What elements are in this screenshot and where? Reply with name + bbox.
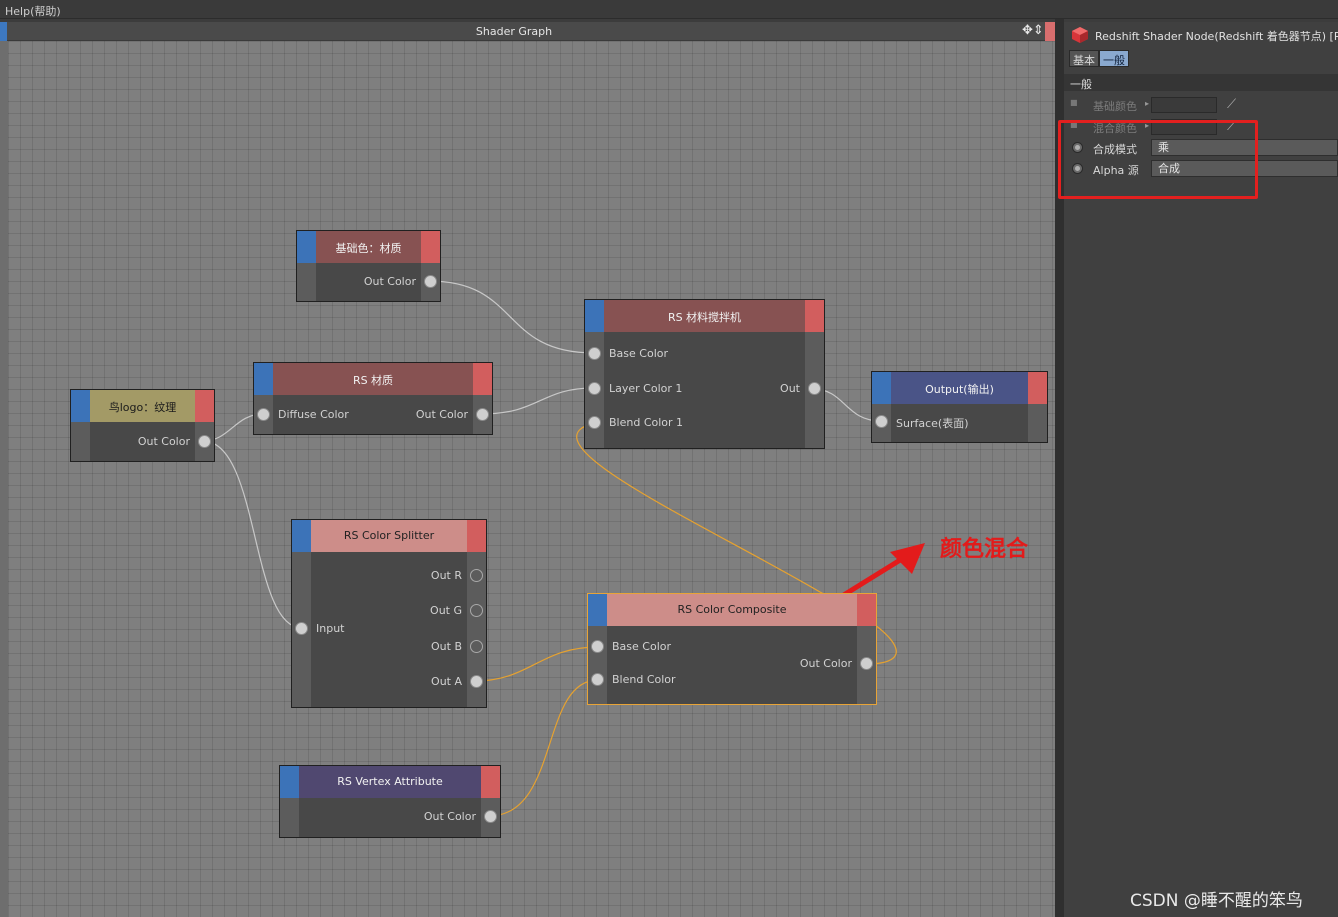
node-output[interactable]: Output(输出) Surface(表面) bbox=[871, 371, 1048, 443]
port-out-g[interactable] bbox=[470, 604, 483, 617]
row-base-color: ■ 基础颜色 ▸ ⟋ bbox=[1064, 95, 1338, 115]
menu-help[interactable]: Help(帮助) bbox=[5, 3, 61, 19]
wire-rsmat-to-mix bbox=[480, 387, 595, 415]
node-rs-material-blender[interactable]: RS 材料搅拌机 Base Color Layer Color 1 Blend … bbox=[584, 299, 825, 449]
port-label-out-a: Out A bbox=[431, 675, 462, 688]
watermark: CSDN @睡不醒的笨鸟 bbox=[1130, 891, 1303, 911]
port-label-out-color: Out Color bbox=[137, 435, 190, 448]
highlight-box bbox=[1058, 120, 1258, 199]
node-rs-color-composite[interactable]: RS Color Composite Base Color Blend Colo… bbox=[587, 593, 877, 705]
node-rs-color-splitter[interactable]: RS Color Splitter Input Out R Out G Out … bbox=[291, 519, 487, 708]
port-base-color[interactable] bbox=[591, 640, 604, 653]
section-general-header[interactable]: 一般 bbox=[1064, 74, 1338, 91]
port-out-color[interactable] bbox=[484, 810, 497, 823]
port-out-b[interactable] bbox=[470, 640, 483, 653]
port-out-color[interactable] bbox=[424, 275, 437, 288]
node-bird-logo-texture[interactable]: 鸟logo：纹理 Out Color bbox=[70, 389, 215, 462]
port-label-base-color: Base Color bbox=[609, 347, 669, 360]
node-rs-vertex-attribute[interactable]: RS Vertex Attribute Out Color bbox=[279, 765, 501, 838]
port-out-color[interactable] bbox=[198, 435, 211, 448]
attribute-panel-title: Redshift Shader Node(Redshift 着色器节点) [RS bbox=[1095, 30, 1338, 43]
port-label-out-color: Out Color bbox=[363, 275, 416, 288]
wire-vertex-to-composite bbox=[488, 679, 599, 817]
expand-arrow-icon[interactable]: ▸ bbox=[1145, 99, 1149, 108]
annotation-arrow-head bbox=[890, 543, 925, 574]
port-out-color[interactable] bbox=[860, 657, 873, 670]
wire-splitter-to-composite bbox=[474, 646, 599, 682]
port-out-a[interactable] bbox=[470, 675, 483, 688]
port-label-surface: Surface(表面) bbox=[896, 417, 969, 430]
node-rs-mix-title: RS 材料搅拌机 bbox=[667, 311, 742, 324]
tab-basic[interactable]: 基本 bbox=[1069, 50, 1099, 67]
redshift-cube-icon bbox=[1072, 27, 1088, 43]
label-base-color: 基础颜色 bbox=[1093, 100, 1137, 113]
port-out-color[interactable] bbox=[476, 408, 489, 421]
wire-logo-to-splitter bbox=[202, 440, 303, 629]
node-bird-logo-title: 鸟logo：纹理 bbox=[108, 401, 177, 414]
node-output-title: Output(输出) bbox=[925, 383, 994, 396]
node-vertex-title: RS Vertex Attribute bbox=[337, 775, 443, 788]
lock-icon: ■ bbox=[1070, 98, 1078, 107]
port-label-base-color: Base Color bbox=[612, 640, 672, 653]
node-rs-material-title: RS 材质 bbox=[352, 374, 394, 387]
port-layer-color-1[interactable] bbox=[588, 382, 601, 395]
node-splitter-title: RS Color Splitter bbox=[343, 529, 435, 542]
annotation-color-blend: 颜色混合 bbox=[940, 537, 1029, 562]
port-label-out-color: Out Color bbox=[799, 657, 852, 670]
port-label-layer-color-1: Layer Color 1 bbox=[609, 382, 683, 395]
base-color-swatch[interactable] bbox=[1151, 97, 1217, 113]
node-rs-material[interactable]: RS 材质 Diffuse Color Out Color bbox=[253, 362, 493, 435]
wires-layer bbox=[202, 280, 925, 817]
port-label-out-b: Out B bbox=[431, 640, 462, 653]
port-out-r[interactable] bbox=[470, 569, 483, 582]
port-label-out-g: Out G bbox=[430, 604, 462, 617]
section-general-label: 一般 bbox=[1070, 78, 1092, 91]
node-base-material[interactable]: 基础色：材质 Out Color bbox=[296, 230, 441, 302]
port-label-out-color: Out Color bbox=[415, 408, 468, 421]
port-label-diffuse-color: Diffuse Color bbox=[278, 408, 349, 421]
tab-general[interactable]: 一般 bbox=[1099, 50, 1129, 67]
port-input[interactable] bbox=[295, 622, 308, 635]
port-blend-color[interactable] bbox=[591, 673, 604, 686]
port-label-blend-color-1: Blend Color 1 bbox=[609, 416, 684, 429]
wire-base-to-mix bbox=[428, 280, 595, 354]
port-label-input: Input bbox=[316, 622, 345, 635]
port-label-out-color: Out Color bbox=[423, 810, 476, 823]
port-label-blend-color: Blend Color bbox=[612, 673, 676, 686]
port-surface[interactable] bbox=[875, 415, 888, 428]
port-base-color[interactable] bbox=[588, 347, 601, 360]
port-out[interactable] bbox=[808, 382, 821, 395]
node-base-material-title: 基础色：材质 bbox=[335, 242, 402, 255]
attribute-tabs: 基本 一般 bbox=[1069, 50, 1129, 67]
port-label-out-r: Out R bbox=[430, 569, 462, 582]
node-composite-title: RS Color Composite bbox=[677, 603, 787, 616]
eyedropper-icon[interactable]: ⟋ bbox=[1227, 97, 1236, 112]
port-diffuse-color[interactable] bbox=[257, 408, 270, 421]
port-label-out: Out bbox=[780, 382, 800, 395]
port-blend-color-1[interactable] bbox=[588, 416, 601, 429]
menubar: Help(帮助) bbox=[0, 0, 1338, 19]
shader-graph-panel[interactable]: Shader Graph ✥⇕ 基础色：材质 Out Color RS 材料搅拌… bbox=[0, 22, 1055, 917]
